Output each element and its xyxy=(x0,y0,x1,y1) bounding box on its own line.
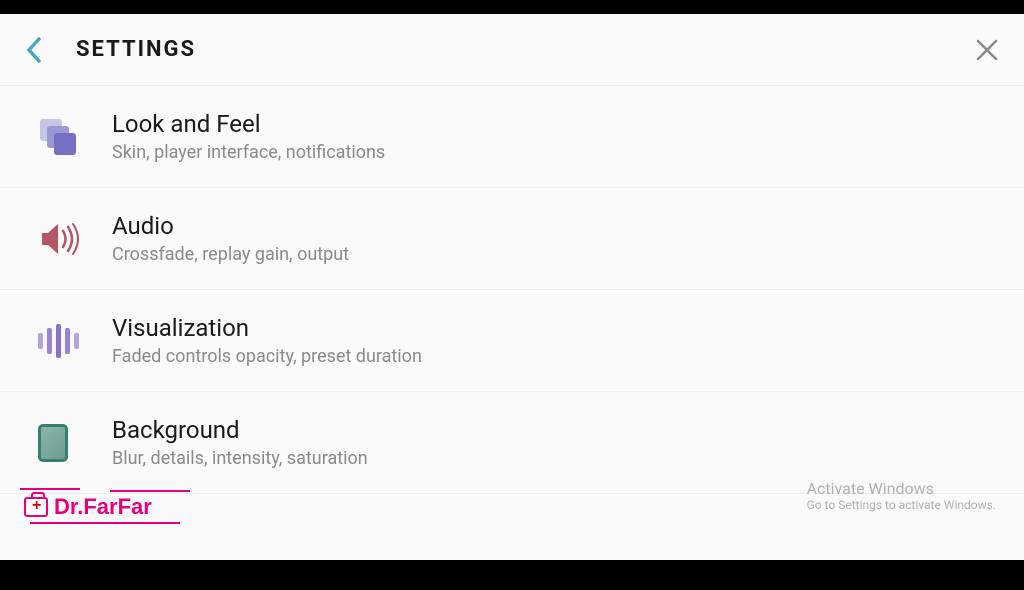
medical-bag-icon xyxy=(24,497,48,517)
header: SETTINGS xyxy=(0,14,1024,86)
logo-text: Dr.FarFar xyxy=(54,494,152,520)
item-title: Visualization xyxy=(112,314,996,342)
settings-list: Look and Feel Skin, player interface, no… xyxy=(0,86,1024,494)
item-title: Audio xyxy=(112,212,996,240)
item-title: Look and Feel xyxy=(112,110,996,138)
page-title: SETTINGS xyxy=(76,37,974,62)
audio-icon xyxy=(38,221,98,257)
item-subtitle: Blur, details, intensity, saturation xyxy=(112,448,996,469)
chevron-left-icon xyxy=(24,35,44,65)
settings-item-background[interactable]: Background Blur, details, intensity, sat… xyxy=(0,392,1024,494)
close-button[interactable] xyxy=(974,37,1000,63)
item-title: Background xyxy=(112,416,996,444)
settings-screen: SETTINGS Look and Feel Skin, player inte… xyxy=(0,14,1024,560)
settings-item-audio[interactable]: Audio Crossfade, replay gain, output xyxy=(0,188,1024,290)
watermark-line2: Go to Settings to activate Windows. xyxy=(807,498,996,512)
item-subtitle: Crossfade, replay gain, output xyxy=(112,244,996,265)
close-icon xyxy=(974,37,1000,63)
settings-item-visualization[interactable]: Visualization Faded controls opacity, pr… xyxy=(0,290,1024,392)
settings-item-look-and-feel[interactable]: Look and Feel Skin, player interface, no… xyxy=(0,86,1024,188)
logo-watermark: Dr.FarFar xyxy=(24,494,152,520)
background-icon xyxy=(38,424,98,462)
back-button[interactable] xyxy=(24,35,44,65)
item-subtitle: Skin, player interface, notifications xyxy=(112,142,996,163)
item-subtitle: Faded controls opacity, preset duration xyxy=(112,346,996,367)
look-feel-icon xyxy=(38,117,98,157)
visualization-icon xyxy=(38,324,98,358)
